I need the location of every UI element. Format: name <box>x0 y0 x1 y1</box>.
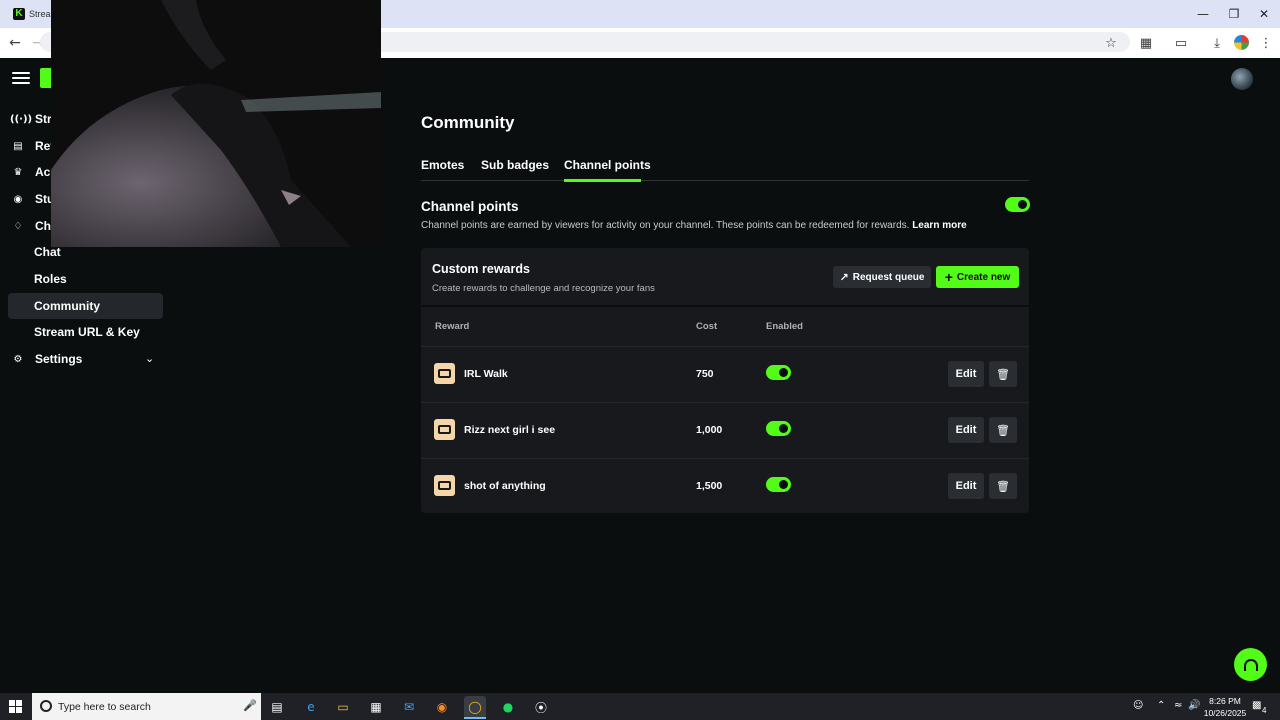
sidebar-item-settings[interactable]: ⚙ Settings <box>10 347 83 371</box>
sidebar-item-community[interactable]: Community <box>34 294 100 318</box>
tray-chevron-up-icon[interactable]: ⌃ <box>1157 700 1165 711</box>
trash-icon[interactable]: 🗑 <box>989 473 1017 499</box>
column-header-reward: Reward <box>435 321 470 332</box>
camera-icon: ◉ <box>13 193 23 205</box>
microphone-icon[interactable]: 🎤 <box>243 699 257 712</box>
reward-cost: 1,500 <box>696 480 723 492</box>
firefox-icon[interactable]: ◉ <box>431 696 453 718</box>
sidebar-item-stream-url-key[interactable]: Stream URL & Key <box>34 320 140 344</box>
card-divider <box>421 305 1029 307</box>
microsoft-store-icon[interactable]: ▦ <box>365 696 387 718</box>
file-explorer-icon[interactable]: ▭ <box>332 696 354 718</box>
row-divider <box>421 402 1029 403</box>
broadcast-icon: ((·)) <box>10 113 33 125</box>
tabs-divider <box>421 180 1029 181</box>
user-avatar[interactable] <box>1231 68 1253 90</box>
clock-time[interactable]: 8:26 PM <box>1209 696 1241 706</box>
reward-enabled-toggle[interactable] <box>766 477 791 492</box>
trash-icon[interactable]: 🗑 <box>989 417 1017 443</box>
task-view-icon[interactable]: ▤ <box>266 696 288 718</box>
channel-icon: ♢ <box>13 220 23 232</box>
spotify-icon[interactable]: ● <box>497 696 519 718</box>
back-arrow-icon[interactable]: ← <box>6 34 24 52</box>
custom-rewards-subtitle: Create rewards to challenge and recogniz… <box>432 283 655 294</box>
request-queue-button[interactable]: ↗ Request queue <box>833 266 931 288</box>
windows-start-icon[interactable] <box>9 700 22 713</box>
video-preview-overlay[interactable] <box>51 0 381 247</box>
wifi-icon[interactable]: ≈ <box>1174 700 1182 711</box>
active-tab-indicator <box>564 179 641 182</box>
download-icon[interactable]: ⤓ <box>1208 34 1226 52</box>
reward-name: shot of anything <box>464 480 546 492</box>
tab-sub-badges[interactable]: Sub badges <box>481 158 549 172</box>
notification-count: 4 <box>1262 706 1267 715</box>
search-icon <box>40 700 52 712</box>
obs-icon[interactable]: ⦿ <box>530 696 552 718</box>
extensions-icon[interactable]: ▦ <box>1137 34 1155 52</box>
row-divider <box>421 346 1029 347</box>
chevron-down-icon[interactable]: ⌄ <box>145 352 154 365</box>
tab-emotes[interactable]: Emotes <box>421 158 464 172</box>
edge-browser-icon[interactable]: e <box>300 696 322 718</box>
cast-icon[interactable]: ▭ <box>1172 34 1190 52</box>
trash-icon[interactable]: 🗑 <box>989 361 1017 387</box>
headset-icon <box>1243 658 1258 671</box>
edit-reward-button[interactable]: Edit <box>948 473 984 499</box>
restore-icon[interactable]: ❐ <box>1226 6 1242 22</box>
reward-cost: 1,000 <box>696 424 723 436</box>
reward-ticket-icon <box>434 419 455 440</box>
menu-kebab-icon[interactable]: ⋮ <box>1257 34 1275 52</box>
edit-reward-button[interactable]: Edit <box>948 417 984 443</box>
learn-more-link[interactable]: Learn more <box>912 220 966 231</box>
channel-points-toggle[interactable] <box>1005 197 1030 212</box>
reward-name: IRL Walk <box>464 368 508 380</box>
tab-favicon: K <box>13 8 25 20</box>
volume-icon[interactable]: 🔊 <box>1188 700 1200 711</box>
column-header-enabled: Enabled <box>766 321 803 332</box>
reward-enabled-toggle[interactable] <box>766 365 791 380</box>
reward-name: Rizz next girl i see <box>464 424 556 436</box>
sidebar-item-studio[interactable]: ◉ Stu <box>10 187 55 211</box>
external-link-icon: ↗ <box>839 270 849 284</box>
taskbar-search-placeholder[interactable]: Type here to search <box>58 701 151 713</box>
channel-points-description: Channel points are earned by viewers for… <box>421 220 967 231</box>
hamburger-menu-icon[interactable] <box>12 70 30 86</box>
reward-cost: 750 <box>696 368 714 380</box>
clock-date[interactable]: 10/26/2025 <box>1203 708 1247 718</box>
create-new-button[interactable]: + Create new <box>936 266 1019 288</box>
column-header-cost: Cost <box>696 321 718 332</box>
reward-ticket-icon <box>434 363 455 384</box>
reward-enabled-toggle[interactable] <box>766 421 791 436</box>
edit-reward-button[interactable]: Edit <box>948 361 984 387</box>
channel-points-heading: Channel points <box>421 199 519 214</box>
sidebar-item-revenue[interactable]: ▤ Rev <box>10 134 57 158</box>
row-divider <box>421 458 1029 459</box>
tab-channel-points[interactable]: Channel points <box>564 158 651 172</box>
sidebar-item-roles[interactable]: Roles <box>34 267 67 291</box>
active-app-indicator <box>464 717 486 719</box>
minimize-icon[interactable]: — <box>1195 6 1211 22</box>
support-headset-button[interactable] <box>1234 648 1267 681</box>
plus-icon: + <box>944 269 953 285</box>
chart-icon: ▤ <box>13 140 23 152</box>
video-frame-image <box>51 0 381 247</box>
mail-icon[interactable]: ✉ <box>398 696 420 718</box>
gear-icon: ⚙ <box>13 353 23 365</box>
profile-avatar-icon[interactable] <box>1234 35 1249 50</box>
bookmark-star-icon[interactable]: ☆ <box>1102 34 1120 52</box>
chrome-icon[interactable]: ◯ <box>464 696 486 718</box>
reward-ticket-icon <box>434 475 455 496</box>
close-icon[interactable]: ✕ <box>1256 6 1272 22</box>
page-title: Community <box>421 113 515 132</box>
notifications-icon[interactable]: ▩ <box>1252 700 1261 711</box>
trophy-icon: ♛ <box>13 166 23 178</box>
people-icon[interactable]: ☺ <box>1133 700 1143 711</box>
custom-rewards-title: Custom rewards <box>432 262 530 276</box>
